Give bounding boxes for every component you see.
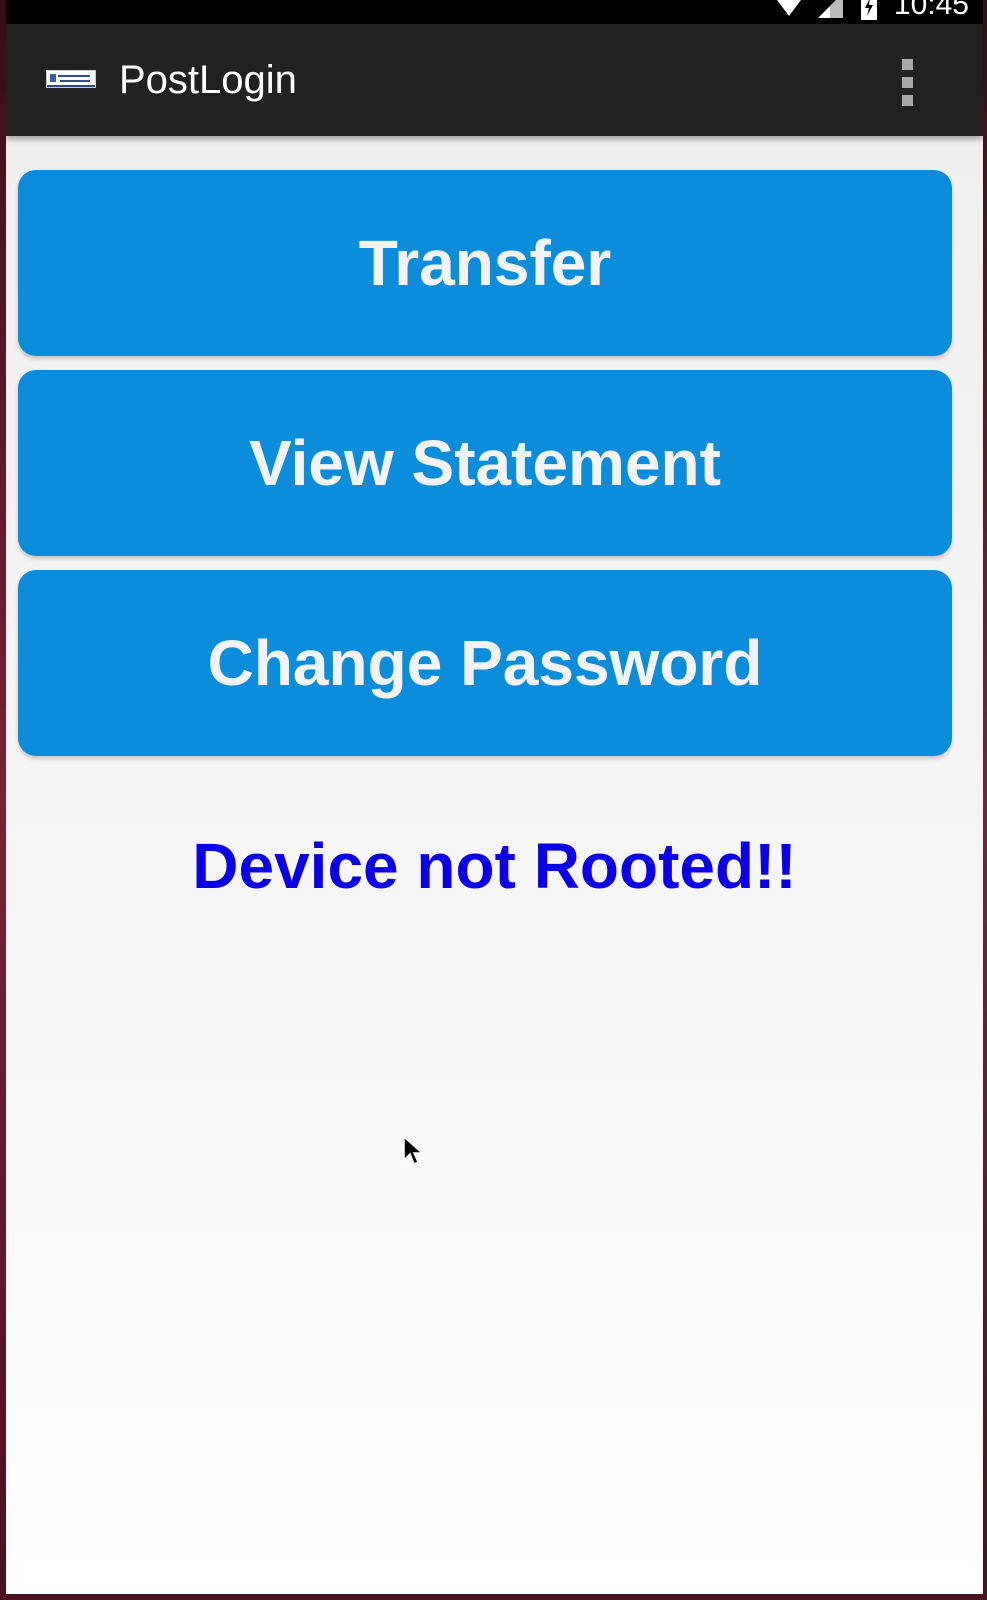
status-icons: 10:45 [776, 0, 969, 20]
status-time: 10:45 [893, 0, 969, 21]
battery-icon [860, 0, 877, 20]
view-statement-button[interactable]: View Statement [18, 370, 952, 556]
signal-icon [817, 0, 843, 18]
app-bar: PostLogin [6, 24, 983, 136]
overflow-dot [901, 58, 913, 70]
transfer-button[interactable]: Transfer [18, 170, 952, 356]
overflow-dot [901, 94, 913, 106]
main-content: Transfer View Statement Change Password … [6, 136, 983, 1594]
root-status-message: Device not Rooted!! [192, 830, 797, 902]
device-frame: 10:45 PostLogin Transfer View Statement … [0, 0, 987, 1600]
device-screen: 10:45 PostLogin Transfer View Statement … [6, 0, 983, 1594]
overflow-menu-icon[interactable] [887, 54, 927, 110]
app-title: PostLogin [119, 58, 297, 102]
mouse-cursor-icon [403, 1136, 424, 1166]
app-logo-icon [46, 70, 96, 88]
status-bar: 10:45 [6, 0, 983, 24]
change-password-button[interactable]: Change Password [18, 570, 952, 756]
wifi-icon [776, 0, 801, 16]
overflow-dot [901, 76, 913, 88]
